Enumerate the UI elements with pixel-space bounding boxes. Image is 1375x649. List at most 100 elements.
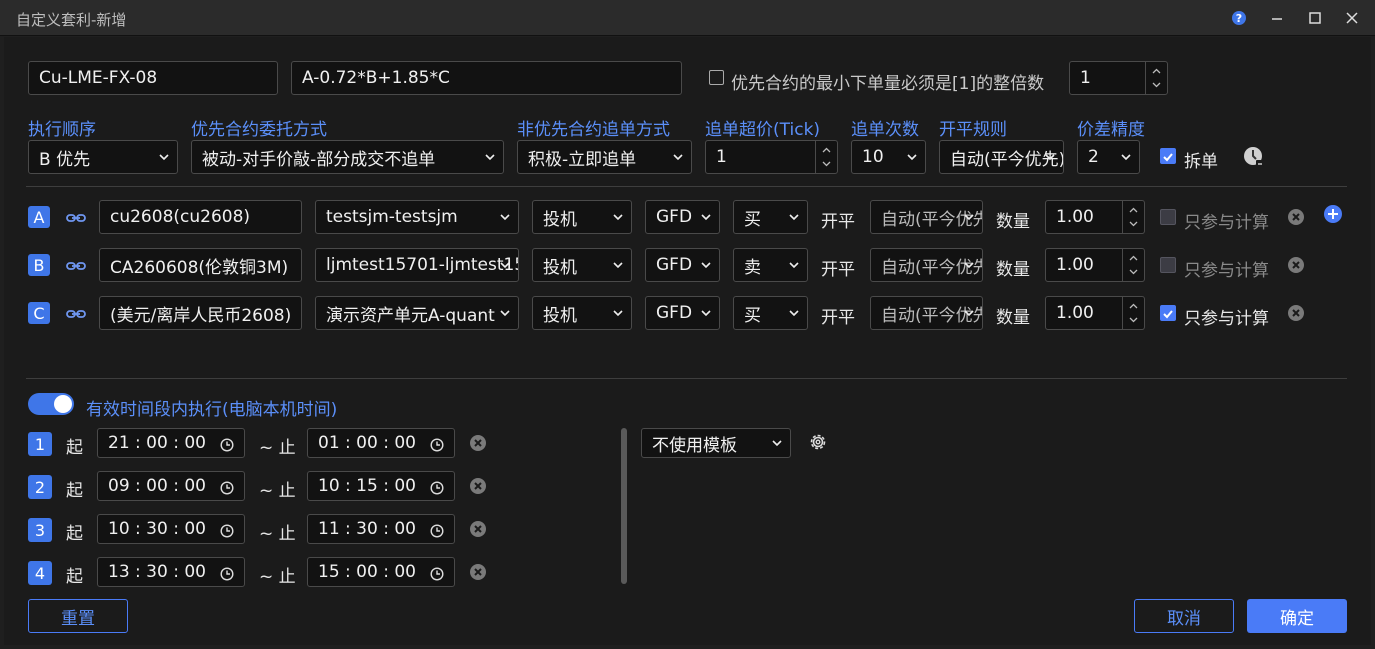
gear-icon[interactable] bbox=[807, 431, 829, 453]
remove-period-icon[interactable] bbox=[470, 478, 486, 494]
open-close-select[interactable]: 自动(平今优先) bbox=[939, 140, 1064, 174]
min-order-stepper[interactable]: 1 bbox=[1069, 61, 1168, 95]
stepper-arrows[interactable] bbox=[1122, 297, 1144, 329]
remove-leg-icon[interactable] bbox=[1288, 305, 1304, 321]
formula-input[interactable]: A-0.72*B+1.85*C bbox=[291, 61, 682, 95]
remove-leg-icon[interactable] bbox=[1288, 209, 1304, 225]
tif-select[interactable]: GFD bbox=[645, 296, 720, 330]
strategy-name-input[interactable]: Cu-LME-FX-08 bbox=[28, 61, 278, 95]
calc-only-checkbox[interactable] bbox=[1160, 305, 1176, 321]
contract-input[interactable]: cu2608(cu2608) bbox=[99, 200, 302, 234]
tif-select[interactable]: GFD bbox=[645, 248, 720, 282]
stepper-arrows[interactable] bbox=[815, 141, 837, 173]
end-time-input[interactable]: 11 : 30 : 00 bbox=[307, 514, 455, 544]
leg-badge: C bbox=[28, 302, 50, 324]
leg-badge: B bbox=[28, 254, 50, 276]
period-badge: 2 bbox=[28, 475, 52, 499]
chevron-down-icon bbox=[701, 214, 711, 221]
quantity-stepper[interactable]: 1.00 bbox=[1045, 200, 1145, 234]
chevron-up-icon[interactable] bbox=[1129, 207, 1138, 213]
start-time-input[interactable]: 10 : 30 : 00 bbox=[97, 514, 245, 544]
chevron-down-icon bbox=[673, 154, 683, 161]
account-select[interactable]: 演示资产单元A-quant bbox=[315, 296, 519, 330]
start-time-input[interactable]: 09 : 00 : 00 bbox=[97, 471, 245, 501]
add-leg-icon[interactable] bbox=[1323, 204, 1343, 224]
period-badge: 4 bbox=[28, 561, 52, 585]
reset-button[interactable]: 重置 bbox=[28, 599, 128, 633]
stepper-arrows[interactable] bbox=[1122, 201, 1144, 233]
calc-only-checkbox[interactable] bbox=[1160, 257, 1176, 273]
end-time-input[interactable]: 01 : 00 : 00 bbox=[307, 428, 455, 458]
chevron-down-icon bbox=[500, 214, 510, 221]
end-time-input[interactable]: 15 : 00 : 00 bbox=[307, 557, 455, 587]
period-badge: 3 bbox=[28, 518, 52, 542]
hedge-select[interactable]: 投机 bbox=[532, 248, 632, 282]
clock-icon bbox=[430, 438, 444, 452]
open-close-select[interactable]: 自动(平今优先) bbox=[870, 296, 983, 330]
close-icon[interactable] bbox=[1340, 6, 1364, 30]
split-checkbox[interactable] bbox=[1160, 148, 1176, 164]
link-icon[interactable] bbox=[66, 306, 86, 320]
account-select[interactable]: ljmtest15701-ljmtest15701 bbox=[315, 248, 519, 282]
template-select[interactable]: 不使用模板 bbox=[641, 428, 791, 458]
scrollbar[interactable] bbox=[621, 428, 627, 584]
hedge-select[interactable]: 投机 bbox=[532, 200, 632, 234]
priority-method-select[interactable]: 被动-对手价敲-部分成交不追单 bbox=[191, 140, 504, 174]
min-order-checkbox[interactable] bbox=[709, 70, 724, 85]
quantity-stepper[interactable]: 1.00 bbox=[1045, 248, 1145, 282]
cancel-button[interactable]: 取消 bbox=[1134, 599, 1234, 633]
account-select[interactable]: testsjm-testsjm bbox=[315, 200, 519, 234]
chevron-up-icon[interactable] bbox=[1152, 68, 1161, 74]
open-close-select[interactable]: 自动(平今优先) bbox=[870, 248, 983, 282]
chevron-up-icon[interactable] bbox=[1129, 303, 1138, 309]
end-time-input[interactable]: 10 : 15 : 00 bbox=[307, 471, 455, 501]
help-icon[interactable]: ? bbox=[1227, 6, 1251, 30]
minimize-icon[interactable] bbox=[1265, 6, 1289, 30]
chase-count-select[interactable]: 10 bbox=[851, 140, 926, 174]
precision-select[interactable]: 2 bbox=[1077, 140, 1140, 174]
contract-input[interactable]: (美元/离岸人民币2608) bbox=[99, 296, 302, 330]
calc-only-checkbox[interactable] bbox=[1160, 209, 1176, 225]
clock-settings-icon[interactable] bbox=[1243, 146, 1265, 168]
open-close-select[interactable]: 自动(平今优先) bbox=[870, 200, 983, 234]
chevron-up-icon[interactable] bbox=[1129, 255, 1138, 261]
chevron-down-icon[interactable] bbox=[1129, 269, 1138, 275]
nonpriority-method-select[interactable]: 积极-立即追单 bbox=[517, 140, 692, 174]
end-label: ~ 止 bbox=[259, 567, 296, 587]
tif-select[interactable]: GFD bbox=[645, 200, 720, 234]
link-icon[interactable] bbox=[66, 210, 86, 224]
stepper-arrows[interactable] bbox=[1122, 249, 1144, 281]
remove-period-icon[interactable] bbox=[470, 564, 486, 580]
remove-period-icon[interactable] bbox=[470, 521, 486, 537]
start-label: 起 bbox=[66, 524, 83, 544]
remove-leg-icon[interactable] bbox=[1288, 257, 1304, 273]
chevron-down-icon[interactable] bbox=[1129, 317, 1138, 323]
start-label: 起 bbox=[66, 567, 83, 587]
maximize-icon[interactable] bbox=[1303, 6, 1327, 30]
chevron-up-icon[interactable] bbox=[822, 147, 831, 153]
exec-order-select[interactable]: B 优先 bbox=[28, 140, 178, 174]
start-time-input[interactable]: 21 : 00 : 00 bbox=[97, 428, 245, 458]
link-icon[interactable] bbox=[66, 258, 86, 272]
side-select[interactable]: 卖 bbox=[733, 248, 808, 282]
check-icon bbox=[1163, 310, 1173, 319]
hedge-select[interactable]: 投机 bbox=[532, 296, 632, 330]
schedule-toggle[interactable] bbox=[28, 393, 74, 415]
start-time-input[interactable]: 13 : 30 : 00 bbox=[97, 557, 245, 587]
chevron-down-icon[interactable] bbox=[1152, 82, 1161, 88]
chase-ticks-stepper[interactable]: 1 bbox=[705, 140, 838, 174]
calc-only-label: 只参与计算 bbox=[1184, 213, 1269, 233]
confirm-button[interactable]: 确定 bbox=[1247, 599, 1347, 633]
divider bbox=[26, 186, 1347, 187]
remove-period-icon[interactable] bbox=[470, 435, 486, 451]
clock-icon bbox=[220, 481, 234, 495]
side-select[interactable]: 买 bbox=[733, 200, 808, 234]
chase-ticks-label: 追单超价(Tick) bbox=[705, 120, 821, 140]
chevron-down-icon[interactable] bbox=[1129, 221, 1138, 227]
stepper-arrows[interactable] bbox=[1145, 62, 1167, 94]
chevron-down-icon bbox=[789, 262, 799, 269]
side-select[interactable]: 买 bbox=[733, 296, 808, 330]
quantity-stepper[interactable]: 1.00 bbox=[1045, 296, 1145, 330]
contract-input[interactable]: CA260608(伦敦铜3M) bbox=[99, 248, 302, 282]
chevron-down-icon[interactable] bbox=[822, 161, 831, 167]
